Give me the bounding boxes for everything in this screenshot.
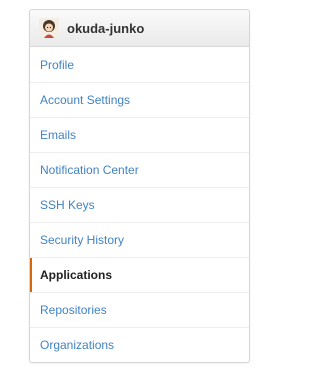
menu-list: Profile Account Settings Emails Notifica… xyxy=(30,47,249,362)
menu-item-account-settings[interactable]: Account Settings xyxy=(30,82,249,117)
menu-header: okuda-junko xyxy=(30,10,249,47)
settings-menu: okuda-junko Profile Account Settings Ema… xyxy=(29,9,250,363)
menu-item-ssh-keys[interactable]: SSH Keys xyxy=(30,187,249,222)
menu-item-notification-center[interactable]: Notification Center xyxy=(30,152,249,187)
menu-item-applications[interactable]: Applications xyxy=(30,257,249,292)
user-avatar-icon[interactable] xyxy=(39,18,59,38)
username[interactable]: okuda-junko xyxy=(67,21,144,36)
menu-item-organizations[interactable]: Organizations xyxy=(30,327,249,362)
menu-item-profile[interactable]: Profile xyxy=(30,47,249,82)
menu-item-repositories[interactable]: Repositories xyxy=(30,292,249,327)
menu-item-security-history[interactable]: Security History xyxy=(30,222,249,257)
menu-item-emails[interactable]: Emails xyxy=(30,117,249,152)
